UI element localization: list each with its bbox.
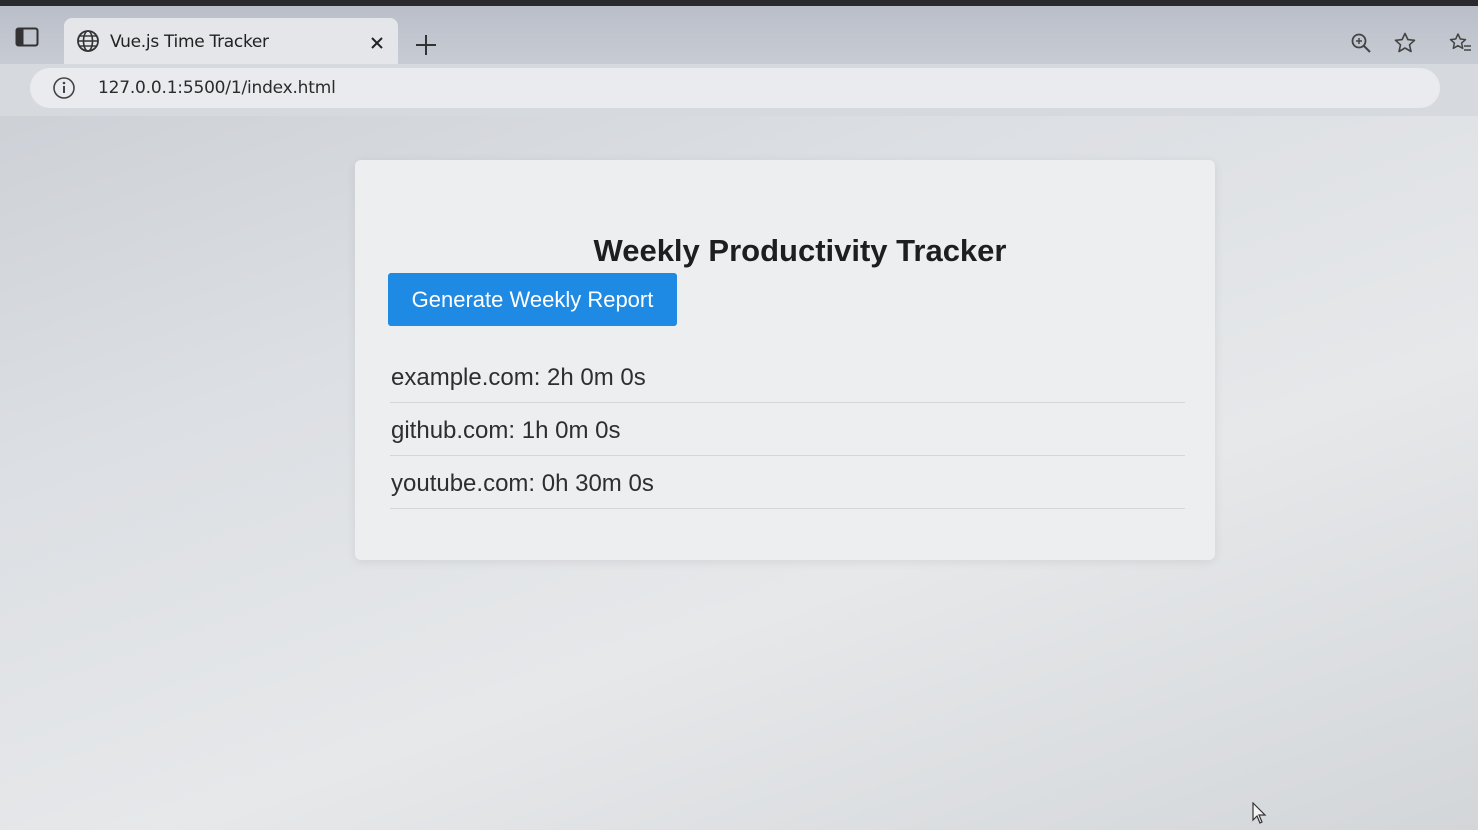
report-item: youtube.com: 0h 30m 0s [390, 456, 1185, 509]
close-icon[interactable] [368, 34, 386, 52]
generate-report-button[interactable]: Generate Weekly Report [388, 273, 677, 326]
tab-title: Vue.js Time Tracker [110, 32, 269, 52]
tab-strip: Vue.js Time Tracker [0, 6, 1478, 70]
mouse-cursor-icon [1252, 801, 1268, 826]
url-text[interactable]: 127.0.0.1:5500/1/index.html [98, 78, 336, 98]
report-item: example.com: 2h 0m 0s [390, 350, 1185, 403]
browser-tab[interactable]: Vue.js Time Tracker [64, 18, 398, 70]
zoom-icon[interactable] [1350, 32, 1372, 54]
star-icon[interactable] [1393, 31, 1417, 55]
site-info-icon[interactable] [52, 76, 76, 100]
report-item: github.com: 1h 0m 0s [390, 403, 1185, 456]
page-title: Weekly Productivity Tracker [593, 232, 1007, 268]
report-list: example.com: 2h 0m 0s github.com: 1h 0m … [390, 350, 1185, 509]
address-bar[interactable]: 127.0.0.1:5500/1/index.html [30, 68, 1440, 108]
new-tab-icon[interactable] [413, 32, 439, 58]
favorites-icon[interactable] [1448, 31, 1472, 55]
browser-toolbar: 127.0.0.1:5500/1/index.html [0, 64, 1478, 116]
tracker-card: Weekly Productivity Tracker Generate Wee… [355, 160, 1215, 560]
sidebar-toggle-icon[interactable] [14, 26, 40, 48]
globe-icon [76, 29, 100, 53]
